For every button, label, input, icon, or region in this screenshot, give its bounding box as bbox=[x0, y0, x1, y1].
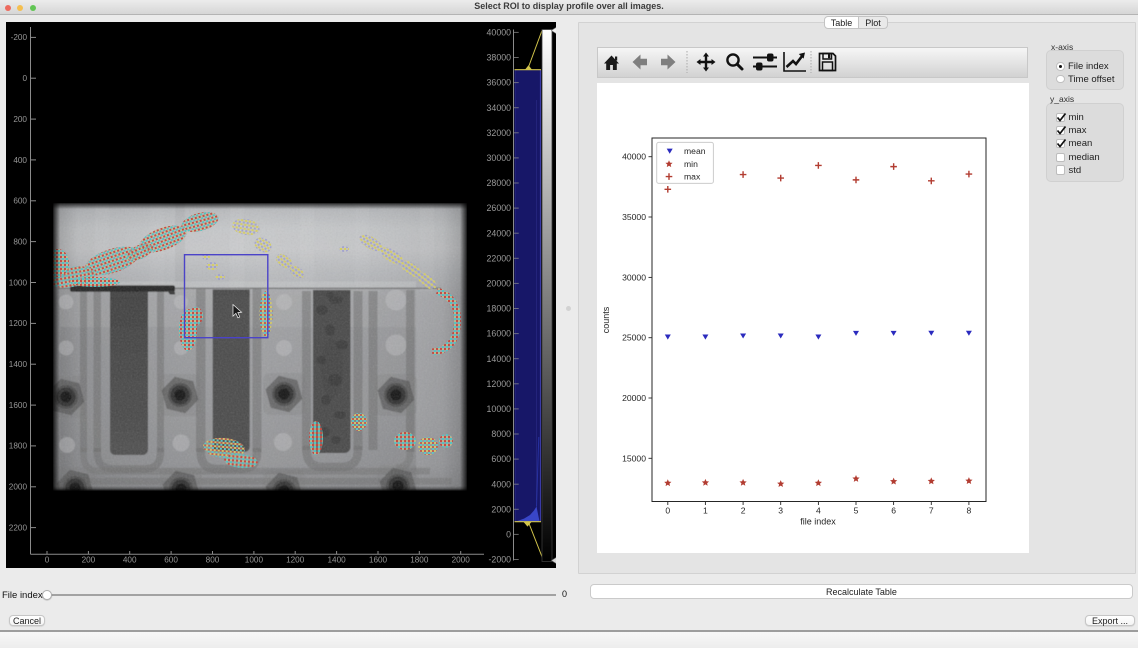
svg-text:36000: 36000 bbox=[487, 78, 512, 88]
svg-text:20000: 20000 bbox=[487, 279, 512, 289]
svg-text:2: 2 bbox=[741, 506, 746, 516]
svg-text:1600: 1600 bbox=[9, 401, 28, 410]
svg-text:min: min bbox=[684, 159, 698, 169]
svg-text:mean: mean bbox=[684, 146, 706, 156]
svg-text:file index: file index bbox=[800, 517, 836, 527]
svg-text:40000: 40000 bbox=[487, 28, 512, 38]
svg-text:1400: 1400 bbox=[327, 556, 346, 565]
svg-text:5: 5 bbox=[854, 506, 859, 516]
svg-text:28000: 28000 bbox=[487, 178, 512, 188]
svg-text:0: 0 bbox=[22, 74, 27, 83]
svg-text:2000: 2000 bbox=[9, 483, 28, 492]
svg-text:7: 7 bbox=[929, 506, 934, 516]
svg-text:10000: 10000 bbox=[487, 404, 512, 414]
svg-text:12000: 12000 bbox=[487, 379, 512, 389]
svg-text:24000: 24000 bbox=[487, 228, 512, 238]
svg-text:2000: 2000 bbox=[452, 556, 471, 565]
svg-text:25000: 25000 bbox=[622, 333, 646, 343]
svg-text:1000: 1000 bbox=[9, 278, 28, 287]
svg-text:26000: 26000 bbox=[487, 203, 512, 213]
svg-text:8: 8 bbox=[967, 506, 972, 516]
svg-text:max: max bbox=[684, 172, 701, 182]
svg-text:counts: counts bbox=[601, 306, 611, 333]
svg-text:1600: 1600 bbox=[369, 556, 388, 565]
svg-text:4: 4 bbox=[816, 506, 821, 516]
svg-text:6000: 6000 bbox=[491, 454, 511, 464]
svg-text:1800: 1800 bbox=[410, 556, 429, 565]
svg-text:1400: 1400 bbox=[9, 360, 28, 369]
svg-text:4000: 4000 bbox=[491, 479, 511, 489]
svg-text:1000: 1000 bbox=[245, 556, 264, 565]
svg-text:1800: 1800 bbox=[9, 442, 28, 451]
svg-text:800: 800 bbox=[206, 556, 220, 565]
svg-text:8000: 8000 bbox=[491, 429, 511, 439]
svg-text:-200: -200 bbox=[11, 33, 28, 42]
svg-text:1200: 1200 bbox=[9, 319, 28, 328]
svg-text:2200: 2200 bbox=[9, 523, 28, 532]
svg-text:1: 1 bbox=[703, 506, 708, 516]
svg-text:22000: 22000 bbox=[487, 253, 512, 263]
svg-text:16000: 16000 bbox=[487, 329, 512, 339]
svg-text:18000: 18000 bbox=[487, 304, 512, 314]
svg-text:0: 0 bbox=[665, 506, 670, 516]
svg-text:600: 600 bbox=[164, 556, 178, 565]
svg-text:600: 600 bbox=[13, 197, 27, 206]
svg-text:34000: 34000 bbox=[487, 103, 512, 113]
svg-text:38000: 38000 bbox=[487, 53, 512, 63]
svg-text:1200: 1200 bbox=[286, 556, 305, 565]
svg-text:35000: 35000 bbox=[622, 212, 646, 222]
svg-text:15000: 15000 bbox=[622, 453, 646, 463]
svg-text:800: 800 bbox=[13, 237, 27, 246]
svg-text:30000: 30000 bbox=[622, 272, 646, 282]
svg-text:6: 6 bbox=[891, 506, 896, 516]
svg-text:-2000: -2000 bbox=[489, 555, 512, 565]
svg-text:400: 400 bbox=[13, 156, 27, 165]
svg-text:32000: 32000 bbox=[487, 128, 512, 138]
svg-text:200: 200 bbox=[82, 556, 96, 565]
svg-text:0: 0 bbox=[45, 556, 50, 565]
svg-text:14000: 14000 bbox=[487, 354, 512, 364]
svg-text:20000: 20000 bbox=[622, 393, 646, 403]
svg-text:3: 3 bbox=[778, 506, 783, 516]
svg-text:30000: 30000 bbox=[487, 153, 512, 163]
svg-text:2000: 2000 bbox=[491, 504, 511, 514]
svg-text:0: 0 bbox=[506, 530, 511, 540]
svg-text:400: 400 bbox=[123, 556, 137, 565]
svg-text:200: 200 bbox=[13, 115, 27, 124]
svg-text:40000: 40000 bbox=[622, 152, 646, 162]
